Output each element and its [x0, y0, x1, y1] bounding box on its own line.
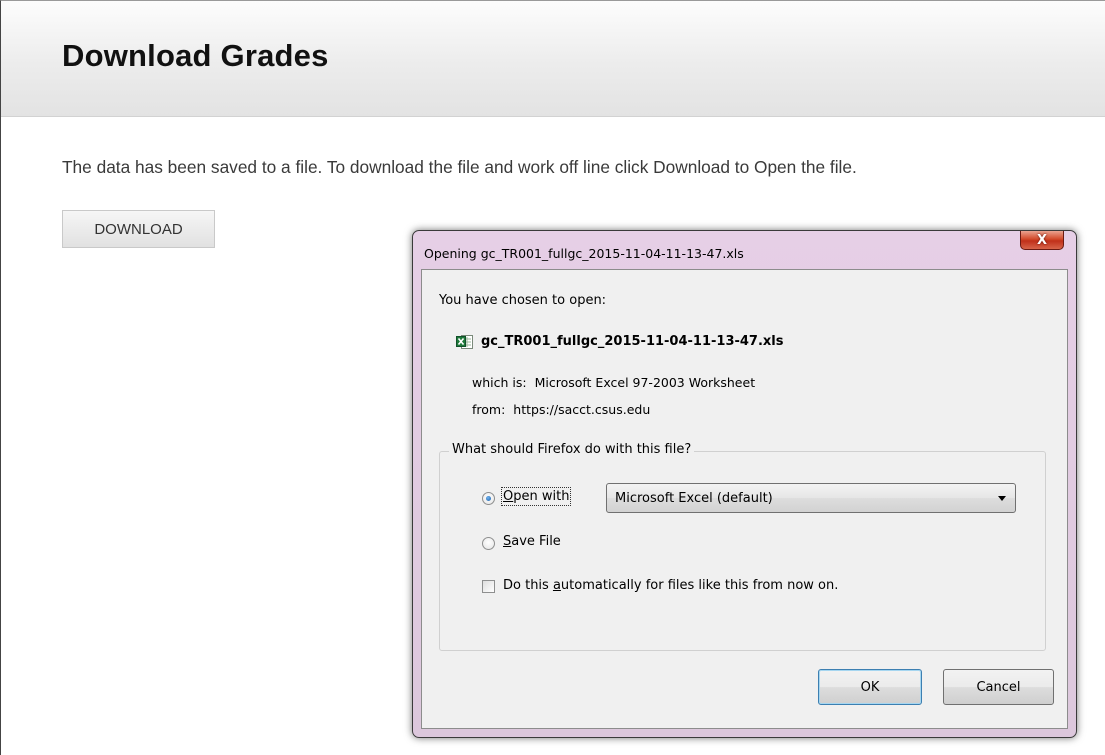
ok-button[interactable]: OK — [818, 669, 922, 705]
close-icon: X — [1036, 232, 1048, 248]
dialog-titlebar[interactable]: Opening gc_TR001_fullgc_2015-11-04-11-13… — [413, 231, 1076, 269]
page-header: Download Grades — [1, 1, 1105, 117]
save-file-label[interactable]: Save File — [503, 534, 561, 549]
file-source-row: from: https://sacct.csus.edu — [472, 402, 650, 417]
file-type-row: which is: Microsoft Excel 97-2003 Worksh… — [472, 375, 755, 390]
file-name: gc_TR001_fullgc_2015-11-04-11-13-47.xls — [481, 334, 784, 349]
chosen-label: You have chosen to open: — [439, 293, 607, 308]
excel-file-icon — [456, 334, 473, 349]
which-is-label: which is: — [472, 375, 527, 390]
auto-action-label[interactable]: Do this automatically for files like thi… — [503, 578, 838, 593]
group-label: What should Firefox do with this file? — [449, 442, 695, 457]
close-button[interactable]: X — [1020, 231, 1064, 250]
auto-action-checkbox[interactable] — [482, 580, 495, 593]
page: Download Grades The data has been saved … — [0, 0, 1105, 755]
application-select-value: Microsoft Excel (default) — [615, 491, 773, 506]
action-groupbox: What should Firefox do with this file? O… — [439, 442, 1046, 651]
application-select[interactable]: Microsoft Excel (default) — [606, 483, 1016, 513]
file-type-value: Microsoft Excel 97-2003 Worksheet — [534, 375, 756, 390]
file-row: gc_TR001_fullgc_2015-11-04-11-13-47.xls — [456, 334, 784, 349]
open-with-radio[interactable] — [482, 492, 495, 505]
chevron-down-icon — [998, 496, 1006, 501]
intro-text: The data has been saved to a file. To do… — [62, 157, 857, 177]
dialog-body: You have chosen to open: gc_TR001_fullgc… — [421, 269, 1068, 729]
save-file-radio[interactable] — [482, 537, 495, 550]
from-label: from: — [472, 402, 506, 417]
page-title: Download Grades — [62, 38, 329, 73]
cancel-button[interactable]: Cancel — [943, 669, 1054, 705]
dialog-title: Opening gc_TR001_fullgc_2015-11-04-11-13… — [424, 246, 744, 261]
file-source-value: https://sacct.csus.edu — [513, 402, 651, 417]
download-button[interactable]: DOWNLOAD — [62, 210, 215, 248]
open-with-label[interactable]: Open with — [500, 487, 572, 506]
open-file-dialog: Opening gc_TR001_fullgc_2015-11-04-11-13… — [412, 230, 1077, 738]
